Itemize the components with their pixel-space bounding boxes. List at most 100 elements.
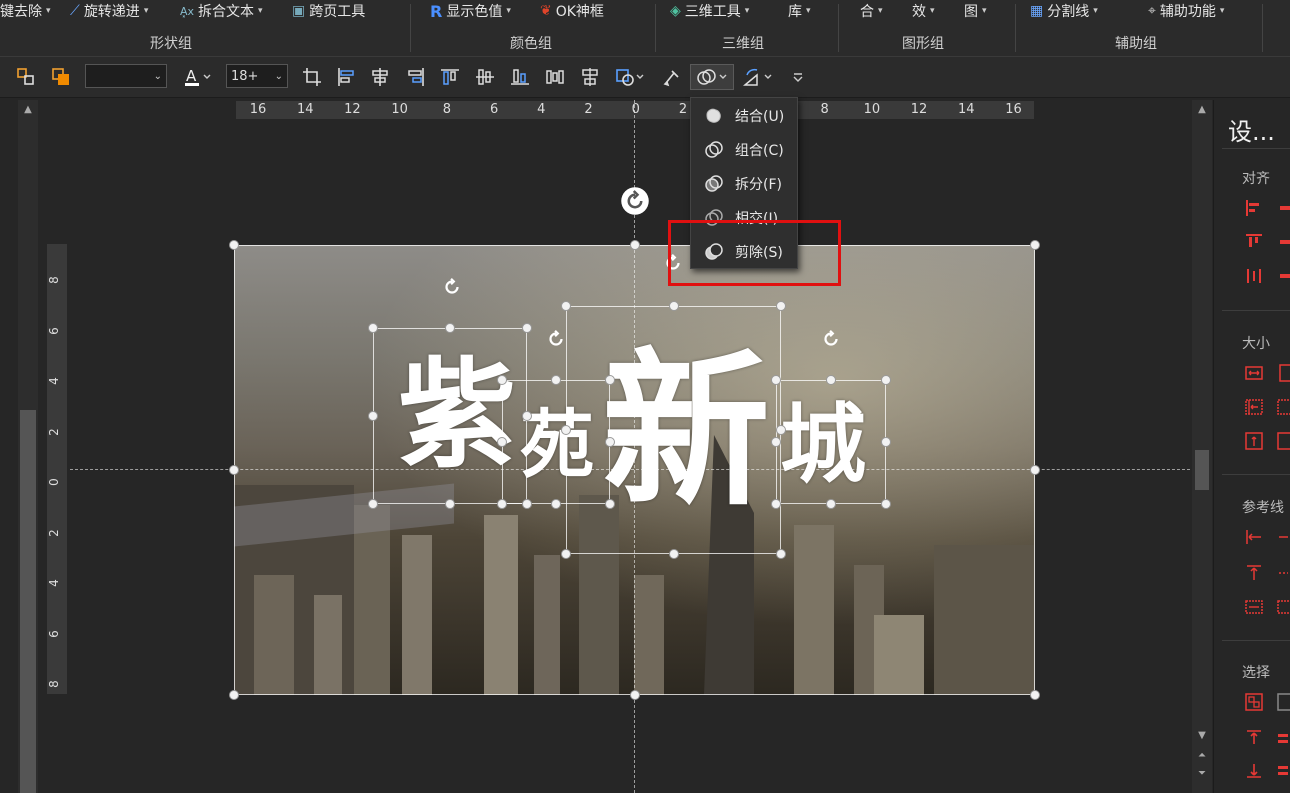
rotate-handle-icon[interactable] bbox=[620, 186, 650, 216]
resize-handle[interactable] bbox=[551, 499, 561, 509]
image-menu-button[interactable]: 图 ▾ bbox=[964, 0, 987, 22]
guide-top-icon[interactable] bbox=[1244, 563, 1264, 583]
resize-handle[interactable] bbox=[605, 437, 615, 447]
merge-shapes-button[interactable] bbox=[690, 64, 734, 90]
scrollbar-thumb[interactable] bbox=[20, 410, 36, 793]
resize-handle[interactable] bbox=[368, 323, 378, 333]
format-painter-button[interactable] bbox=[660, 65, 684, 89]
shape-order-button[interactable] bbox=[49, 65, 73, 89]
resize-handle[interactable] bbox=[368, 499, 378, 509]
resize-handle[interactable] bbox=[668, 549, 679, 559]
resize-top-icon[interactable] bbox=[1244, 431, 1264, 451]
select-similar-icon[interactable] bbox=[1276, 692, 1290, 712]
font-name-select[interactable]: ⌄ bbox=[85, 64, 167, 88]
menu-item-combine[interactable]: 组合(C) bbox=[691, 135, 797, 165]
resize-handle[interactable] bbox=[445, 499, 455, 509]
menu-item-fragment[interactable]: 拆分(F) bbox=[691, 169, 797, 199]
distribute-vertical-icon[interactable] bbox=[1276, 266, 1290, 286]
resize-handle[interactable] bbox=[522, 499, 532, 509]
shape-arrange-button[interactable] bbox=[14, 65, 38, 89]
resize-handle[interactable] bbox=[561, 425, 571, 435]
resize-handle[interactable] bbox=[561, 301, 571, 311]
ok-frame-button[interactable]: ❦ OK神框 bbox=[540, 0, 604, 22]
align-left-icon[interactable] bbox=[1244, 198, 1264, 218]
divider-line-button[interactable]: ▦ 分割线 ▾ bbox=[1030, 0, 1098, 22]
left-vertical-scrollbar[interactable]: ▲ bbox=[18, 100, 38, 793]
resize-handle[interactable] bbox=[881, 499, 891, 509]
rotate-step-button[interactable]: ⟋ 旋转递进 ▾ bbox=[70, 0, 148, 22]
resize-handle[interactable] bbox=[771, 375, 781, 385]
selection-box-char-3[interactable] bbox=[566, 306, 781, 554]
library-button[interactable]: 库 ▾ bbox=[788, 0, 811, 22]
select-top-icon[interactable] bbox=[1244, 728, 1264, 748]
page-up-arrow[interactable]: ⏶ bbox=[1192, 748, 1212, 764]
resize-bottom-icon[interactable] bbox=[1276, 431, 1290, 451]
resize-handle[interactable] bbox=[522, 411, 532, 421]
scroll-up-arrow[interactable]: ▲ bbox=[18, 102, 38, 118]
effect-menu-button[interactable]: 效 ▾ bbox=[912, 0, 935, 22]
scroll-down-arrow[interactable]: ▼ bbox=[1192, 728, 1212, 744]
resize-handle[interactable] bbox=[522, 323, 532, 333]
page-down-arrow[interactable]: ⏷ bbox=[1192, 766, 1212, 782]
shape-fill-button[interactable] bbox=[610, 65, 650, 89]
align-top-icon[interactable] bbox=[1244, 232, 1264, 252]
menu-item-union[interactable]: 结合(U) bbox=[691, 101, 797, 131]
align-right-button[interactable] bbox=[404, 65, 428, 89]
resize-handle[interactable] bbox=[881, 437, 891, 447]
distribute-horizontal-button[interactable] bbox=[543, 65, 567, 89]
align-center-icon[interactable] bbox=[1276, 198, 1290, 218]
color-value-button[interactable]: R 显示色值 ▾ bbox=[430, 0, 511, 22]
select-group-icon[interactable] bbox=[1244, 692, 1264, 712]
align-bottom-button[interactable] bbox=[508, 65, 532, 89]
crop-button[interactable] bbox=[300, 65, 324, 89]
resize-handle[interactable] bbox=[497, 437, 507, 447]
resize-handle[interactable] bbox=[605, 375, 615, 385]
resize-handle[interactable] bbox=[229, 465, 239, 475]
resize-handle[interactable] bbox=[561, 549, 571, 559]
rotate-handle-icon[interactable] bbox=[545, 328, 567, 350]
selection-box-char-4[interactable] bbox=[776, 380, 886, 504]
same-height-icon[interactable] bbox=[1276, 363, 1290, 383]
guide-right-icon[interactable] bbox=[1276, 527, 1290, 547]
resize-handle[interactable] bbox=[445, 323, 455, 333]
align-left-button[interactable] bbox=[334, 65, 358, 89]
combine-menu-button[interactable]: 合 ▾ bbox=[860, 0, 883, 22]
resize-handle[interactable] bbox=[1030, 690, 1040, 700]
font-size-select[interactable]: 18+ ⌄ bbox=[226, 64, 288, 88]
align-middle-icon[interactable] bbox=[1276, 232, 1290, 252]
resize-handle[interactable] bbox=[629, 240, 640, 250]
right-vertical-scrollbar[interactable]: ▲ ▼ ⏶ ⏷ bbox=[1192, 100, 1212, 793]
resize-handle[interactable] bbox=[605, 499, 615, 509]
resize-handle[interactable] bbox=[776, 425, 786, 435]
distribute-horizontal-icon[interactable] bbox=[1244, 266, 1264, 286]
resize-handle[interactable] bbox=[497, 375, 507, 385]
align-middle-button[interactable] bbox=[473, 65, 497, 89]
rotate-handle-icon[interactable] bbox=[441, 276, 463, 298]
resize-handle[interactable] bbox=[826, 499, 836, 509]
guide-left-icon[interactable] bbox=[1244, 527, 1264, 547]
distribute-vertical-button[interactable] bbox=[578, 65, 602, 89]
resize-handle[interactable] bbox=[229, 240, 239, 250]
select-bottom-icon[interactable] bbox=[1244, 760, 1264, 780]
resize-handle[interactable] bbox=[551, 375, 561, 385]
resize-handle[interactable] bbox=[368, 411, 378, 421]
guide-bottom-icon[interactable] bbox=[1276, 563, 1290, 583]
resize-handle[interactable] bbox=[776, 549, 786, 559]
select-top-alt-icon[interactable] bbox=[1276, 728, 1290, 748]
scrollbar-thumb[interactable] bbox=[1195, 450, 1209, 490]
scroll-up-arrow[interactable]: ▲ bbox=[1192, 102, 1212, 118]
rotate-shape-button[interactable] bbox=[738, 65, 778, 89]
resize-handle[interactable] bbox=[668, 301, 679, 311]
resize-handle[interactable] bbox=[771, 437, 781, 447]
same-width-icon[interactable] bbox=[1244, 363, 1264, 383]
align-top-button[interactable] bbox=[438, 65, 462, 89]
split-text-button[interactable]: A͓x 拆合文本 ▾ bbox=[180, 0, 263, 22]
select-bottom-alt-icon[interactable] bbox=[1276, 760, 1290, 780]
resize-handle[interactable] bbox=[826, 375, 836, 385]
3d-tools-button[interactable]: ◈ 三维工具 ▾ bbox=[670, 0, 749, 22]
toolbar-overflow-button[interactable] bbox=[786, 65, 810, 89]
guide-center-icon[interactable] bbox=[1244, 597, 1264, 617]
font-color-button[interactable]: A bbox=[178, 65, 218, 89]
resize-handle[interactable] bbox=[771, 499, 781, 509]
resize-handle[interactable] bbox=[629, 690, 640, 700]
